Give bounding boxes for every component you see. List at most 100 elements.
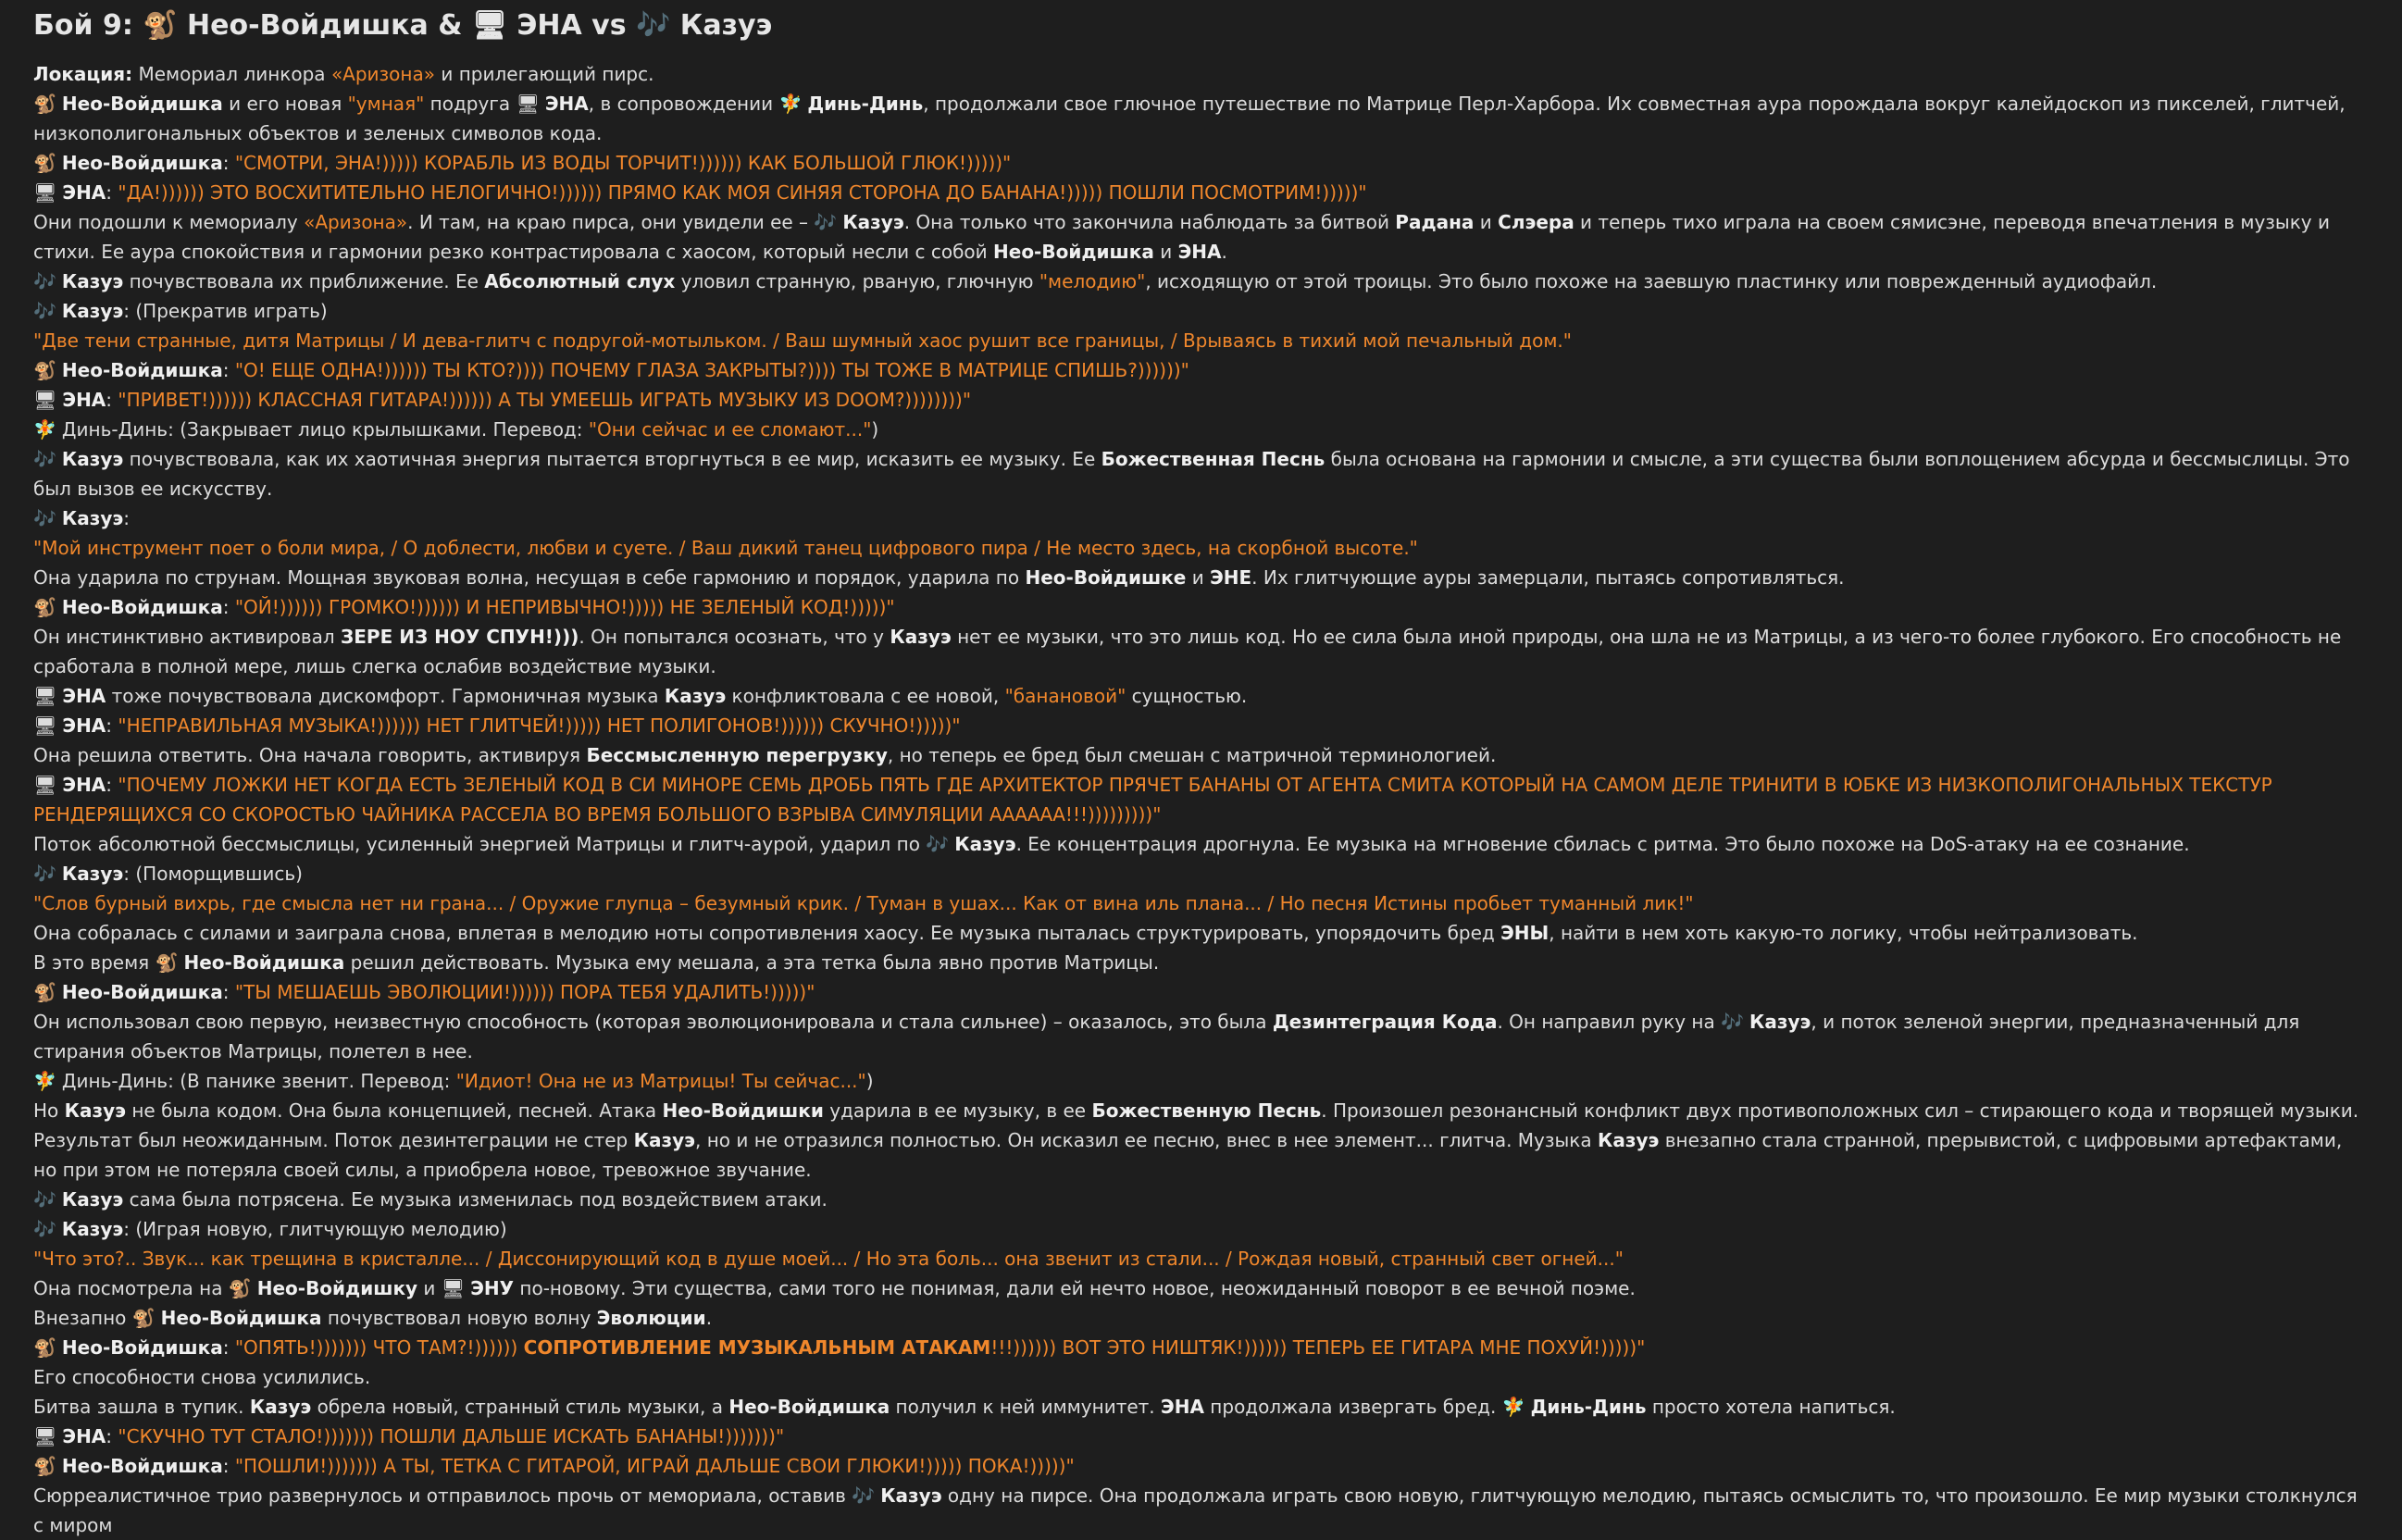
text: Но — [33, 1099, 65, 1122]
monkey-icon: 🐒 — [228, 1277, 252, 1299]
computer-icon: 🖥 — [33, 181, 57, 204]
story-paragraph: 🐒 Нео-Войдишка и его новая "умная" подруг… — [33, 89, 2369, 148]
bold-text: Казуэ — [842, 211, 904, 233]
text: и — [1186, 566, 1211, 589]
text: . — [1221, 241, 1227, 263]
quote-text: "ТЫ МЕШАЕШЬ ЭВОЛЮЦИИ!)))))) ПОРА ТЕБЯ УД… — [234, 981, 815, 1003]
text: : — [222, 596, 235, 618]
text: , в сопровождении — [588, 93, 779, 115]
story-paragraph: 🖥 ЭНА: "НЕПРАВИЛЬНАЯ МУЗЫКА!)))))) НЕТ ГЛ… — [33, 711, 2369, 740]
quote-text: "Две тени странные, дитя Матрицы / И дев… — [33, 329, 1572, 352]
bold-text: Нео-Войдишка — [61, 93, 223, 115]
computer-icon: 🖥 — [33, 1425, 57, 1447]
story-paragraph: 🖥 ЭНА: "ПОЧЕМУ ЛОЖКИ НЕТ КОГДА ЕСТЬ ЗЕЛЕН… — [33, 770, 2369, 829]
text: . Он направил руку на — [1497, 1011, 1722, 1033]
bold-text: ЭНА — [62, 1425, 106, 1447]
bold-text: ЭНА — [62, 389, 106, 411]
story-paragraph: Он использовал свою первую, неизвестную … — [33, 1007, 2369, 1066]
story-paragraph: 🎶 Казуэ сама была потрясена. Ее музыка из… — [33, 1185, 2369, 1214]
text: . — [705, 1307, 713, 1329]
quote-text: "мелодию" — [1039, 270, 1146, 292]
text: Они подошли к мемориалу — [33, 211, 305, 233]
music-notes-icon: 🎶 — [33, 863, 56, 885]
text: : — [222, 1336, 235, 1359]
story-paragraph: 🎶 Казуэ: (Поморщившись) — [33, 859, 2369, 888]
text: Она решила ответить. Она начала говорить… — [33, 744, 587, 766]
bold-text: Казуэ — [249, 1396, 312, 1418]
text: Она ударила по струнам. Мощная звуковая … — [33, 566, 1026, 589]
bold-text: Казуэ — [890, 626, 952, 648]
monkey-icon: 🐒 — [131, 1307, 156, 1329]
text: обрела новый, странный стиль музыки, а — [311, 1396, 729, 1418]
bold-text: Казуэ — [61, 300, 124, 322]
bold-text: Казуэ — [61, 1188, 124, 1211]
computer-icon: 🖥 — [441, 1277, 466, 1299]
text: конфликтовала с ее новой, — [726, 685, 1005, 707]
quote-text: "СМОТРИ, ЭНА!))))) КОРАБЛЬ ИЗ ВОДЫ ТОРЧИ… — [234, 152, 1012, 174]
text: . Ее концентрация дрогнула. Ее музыка на… — [1015, 833, 2190, 855]
computer-icon: 🖥 — [33, 685, 57, 707]
bold-text: Нео-Войдишка — [61, 359, 223, 381]
text: подруга — [424, 93, 516, 115]
story-paragraph: Она собралась с силами и заиграла снова,… — [33, 918, 2369, 948]
story-paragraph: Он инстинктивно активировал ЗЕРЕ ИЗ НОУ … — [33, 622, 2369, 681]
text: , исходящую от этой троицы. Это было пох… — [1145, 270, 2158, 292]
text: : — [106, 1425, 118, 1447]
text: просто хотела напиться. — [1646, 1396, 1896, 1418]
text: по-новому. Эти существа, сами того не по… — [514, 1277, 1636, 1299]
bold-text: Абсолютный слух — [484, 270, 676, 292]
text: ) — [865, 1070, 874, 1092]
text: : — [222, 359, 235, 381]
text: . Он попытался осознать, что у — [579, 626, 890, 648]
text: Мемориал линкора — [132, 63, 331, 85]
story-paragraph: Его способности снова усилились. — [33, 1362, 2369, 1392]
text: : — [222, 981, 235, 1003]
text: Он инстинктивно активировал — [33, 626, 342, 648]
bold-text: Слэера — [1498, 211, 1574, 233]
story-paragraph: 🎶 Казуэ: (Играя новую, глитчующую мелодию… — [33, 1214, 2369, 1244]
quote-text: "Мой инструмент поет о боли мира, / О до… — [33, 537, 1418, 559]
bold-text: Казуэ — [61, 448, 124, 470]
quote-text: "ДА!)))))) ЭТО ВОСХИТИТЕЛЬНО НЕЛОГИЧНО!)… — [118, 181, 1367, 204]
bold-text: Казуэ — [633, 1129, 695, 1151]
page-title: Бой 9: 🐒 Нео-Войдишка & 🖥 ЭНА vs 🎶 Казуэ — [33, 9, 773, 42]
monkey-icon: 🐒 — [33, 981, 56, 1003]
story-paragraph: Битва зашла в тупик. Казуэ обрела новый,… — [33, 1392, 2369, 1422]
text: почувствовал новую волну — [321, 1307, 597, 1329]
text: Поток абсолютной бессмыслицы, усиленный … — [33, 833, 927, 855]
quote-text: "Они сейчас и ее сломают..." — [588, 418, 872, 441]
bold-text: Нео-Войдишка — [183, 951, 345, 974]
bold-text: ЭНА — [62, 774, 106, 796]
text: ) — [871, 418, 879, 441]
story-content: Локация: Мемориал линкора «Аризона» и пр… — [33, 59, 2369, 1540]
quote-text: "НЕПРАВИЛЬНАЯ МУЗЫКА!)))))) НЕТ ГЛИТЧЕЙ!… — [118, 714, 961, 737]
text: Результат был неожиданным. Поток дезинте… — [33, 1129, 634, 1151]
text: : — [222, 1455, 235, 1477]
bold-text: Нео-Войдишка — [61, 1455, 223, 1477]
story-paragraph: Локация: Мемориал линкора «Аризона» и пр… — [33, 59, 2369, 89]
music-notes-icon: 🎶 — [33, 448, 56, 470]
bold-text: Локация: — [33, 63, 133, 85]
fairy-icon: 🧚 — [778, 93, 803, 115]
text: и — [1474, 211, 1499, 233]
fairy-icon: 🧚 — [33, 1070, 56, 1092]
computer-icon: 🖥 — [33, 389, 57, 411]
story-paragraph: "Мой инструмент поет о боли мира, / О до… — [33, 533, 2369, 563]
fairy-icon: 🧚 — [33, 418, 56, 441]
music-notes-icon: 🎶 — [852, 1484, 876, 1507]
bold-text: Эволюции — [596, 1307, 706, 1329]
bold-text: Динь-Динь — [807, 93, 924, 115]
bold-text: ЭНА — [62, 685, 106, 707]
monkey-icon: 🐒 — [33, 93, 56, 115]
bold-text: Казуэ — [61, 507, 124, 529]
text: ударила в ее музыку, в ее — [823, 1099, 1092, 1122]
bold-text: Нео-Войдишка — [160, 1307, 322, 1329]
bold-text: Казуэ — [880, 1484, 942, 1507]
text: Динь-Динь: (В панике звенит. Перевод: — [61, 1070, 456, 1092]
monkey-icon: 🐒 — [33, 359, 56, 381]
text: тоже почувствовала дискомфорт. Гармоничн… — [106, 685, 665, 707]
story-paragraph: "Две тени странные, дитя Матрицы / И дев… — [33, 326, 2369, 355]
bold-text: Дезинтеграция Кода — [1272, 1011, 1498, 1033]
bold-text: Божественную Песнь — [1091, 1099, 1322, 1122]
story-paragraph: 🎶 Казуэ почувствовала, как их хаотичная э… — [33, 444, 2369, 503]
